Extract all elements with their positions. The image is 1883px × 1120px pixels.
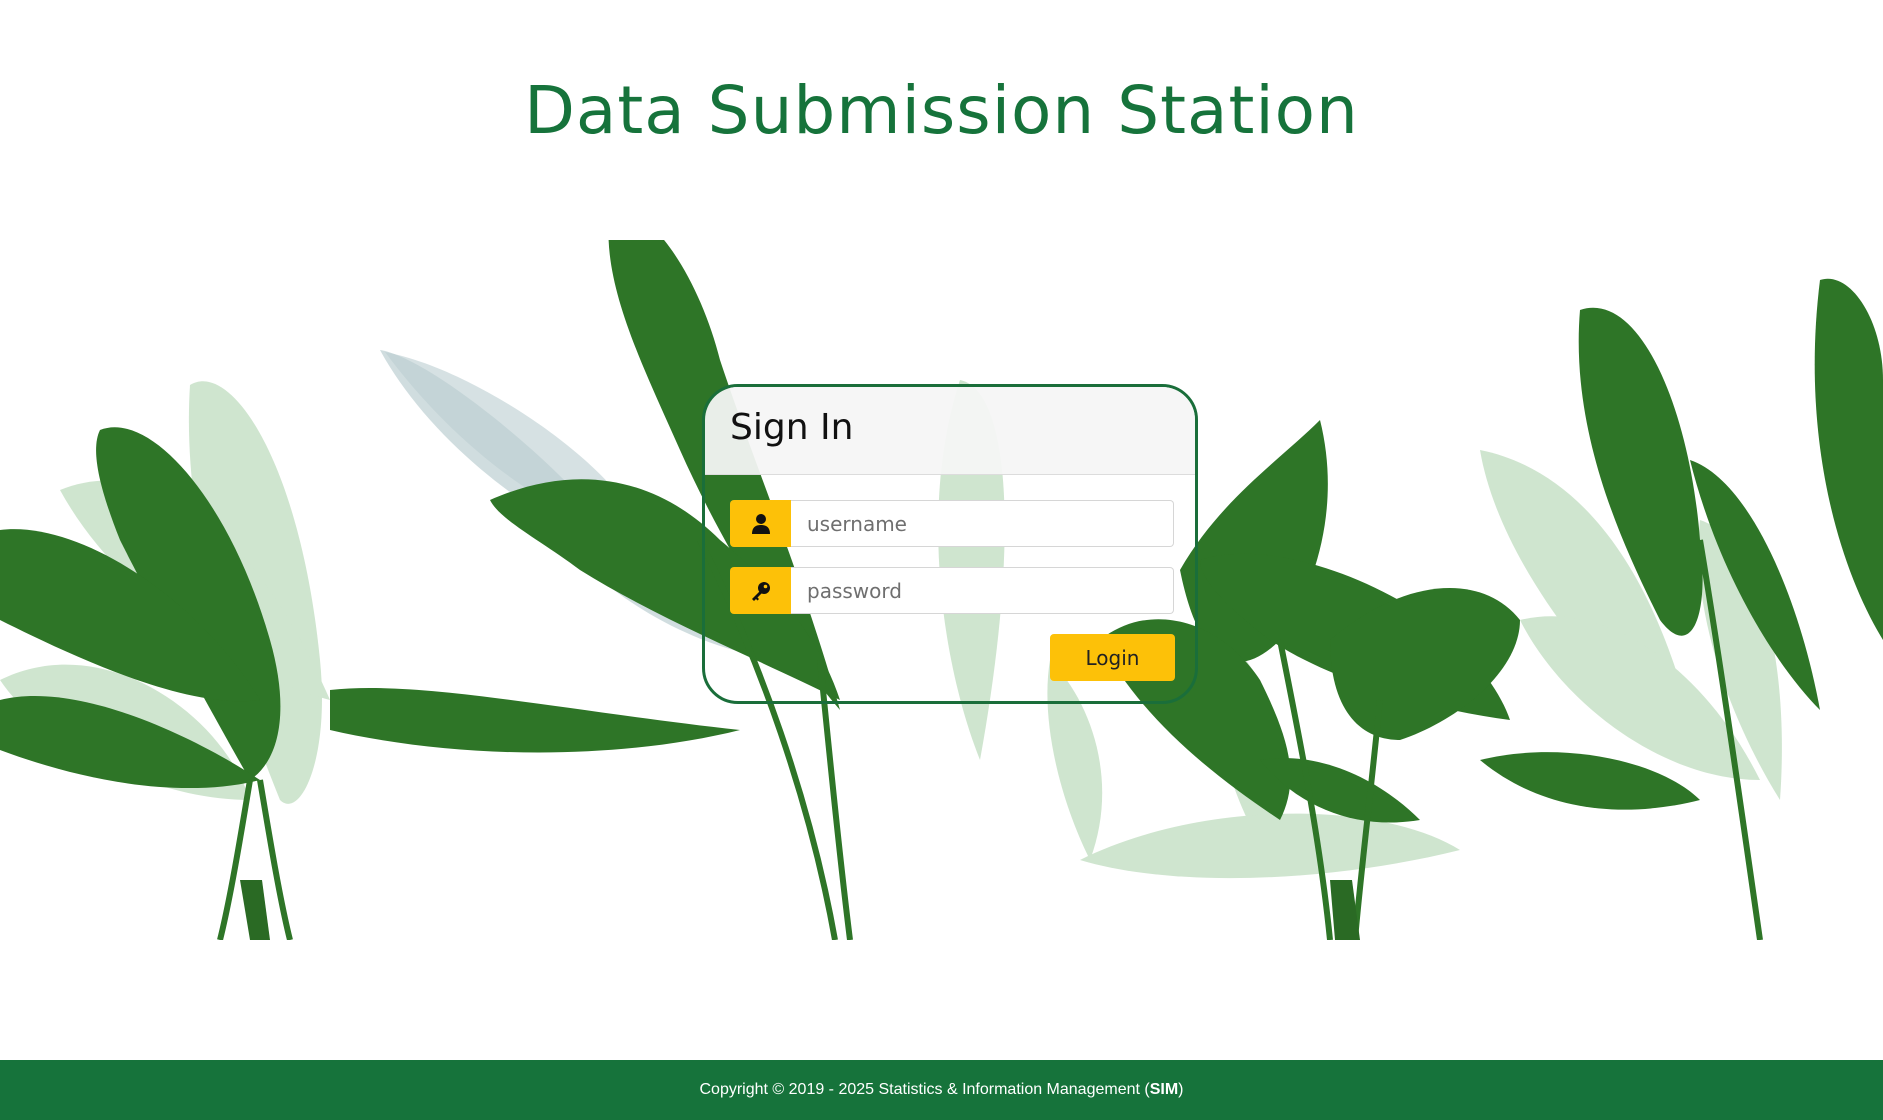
footer-copyright: Copyright © 2019 - 2025 Statistics & Inf… — [699, 1081, 1183, 1099]
footer-acronym: SIM — [1149, 1081, 1179, 1098]
key-icon — [730, 567, 791, 614]
footer-suffix: ) — [1178, 1081, 1184, 1098]
login-card-title: Sign In — [730, 407, 854, 448]
footer: Copyright © 2019 - 2025 Statistics & Inf… — [0, 1060, 1883, 1120]
login-page: Data Submission Station Sign In username… — [0, 0, 1883, 1120]
user-icon — [730, 500, 791, 547]
login-card: Sign In Login — [702, 384, 1198, 704]
login-card-header: Sign In — [705, 387, 1195, 475]
login-button[interactable]: Login — [1050, 634, 1175, 681]
username-input-group — [730, 500, 1174, 547]
password-input-group — [730, 567, 1174, 614]
footer-prefix: Copyright © 2019 - 2025 Statistics & Inf… — [699, 1081, 1150, 1098]
username-input[interactable] — [791, 500, 1174, 547]
password-input[interactable] — [791, 567, 1174, 614]
page-title: Data Submission Station — [524, 72, 1359, 149]
